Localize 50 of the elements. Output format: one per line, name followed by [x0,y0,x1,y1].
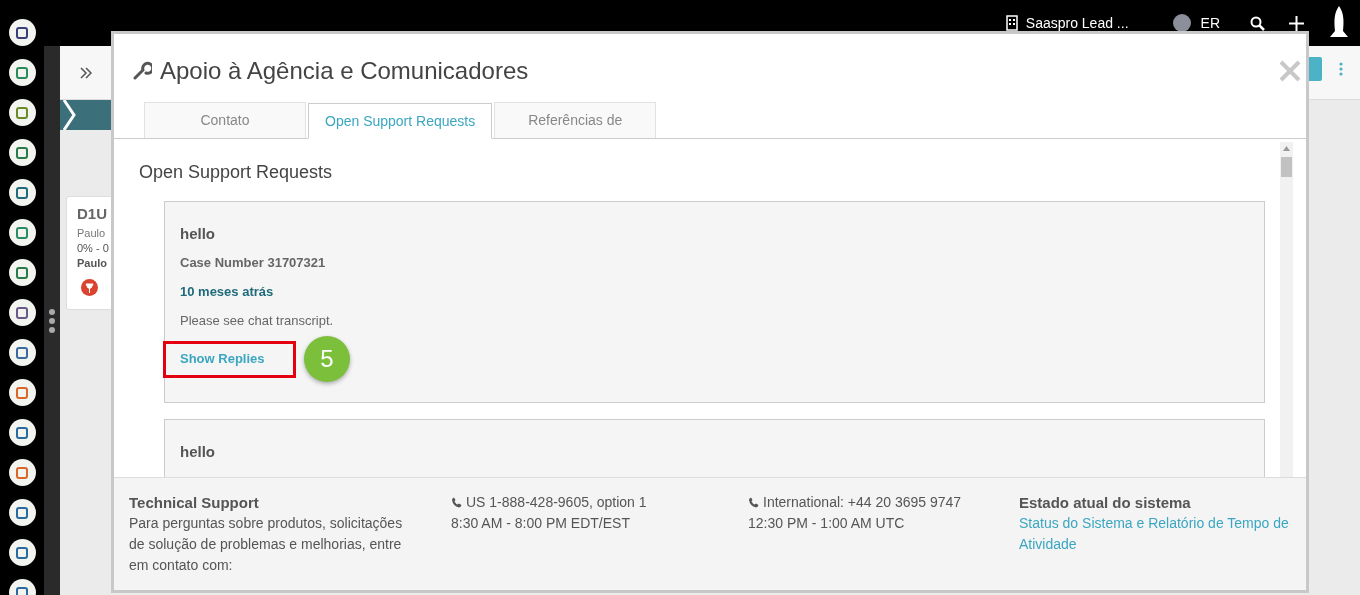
tab[interactable]: Contato [144,102,306,138]
request-subject: hello [180,444,216,460]
support-hours: 8:30 AM - 8:00 PM EDT/EST [451,514,631,533]
avatar-icon[interactable] [1172,14,1191,32]
app-icon[interactable] [8,139,36,166]
request-message: Please see chat transcript. [180,313,335,329]
phone-icon [451,497,462,508]
app-icon[interactable] [8,379,36,406]
user-initials[interactable]: ER [1200,12,1220,34]
search-icon[interactable] [1250,15,1265,31]
card-text: Paulo [77,255,108,271]
app-icon[interactable] [8,339,36,366]
card-text: Paulo [77,225,107,241]
app-icon[interactable] [8,59,36,86]
expand-icon[interactable] [80,66,92,79]
app-icon[interactable] [8,419,36,446]
status-title: Estado atual do sistema [1019,493,1192,513]
support-hours: 12:30 PM - 1:00 AM UTC [748,514,906,533]
wrench-icon [132,60,152,81]
app-icon[interactable] [8,179,36,206]
app-icon[interactable] [8,539,36,566]
show-replies-link[interactable]: Show Replies [163,340,296,378]
add-icon[interactable] [1289,15,1304,31]
app-icon[interactable] [8,259,36,286]
phone-icon [748,497,759,508]
phone-number: US 1-888-428-9605, option 1 [466,493,647,512]
status-link[interactable]: Status do Sistema e Relatório de Tempo de Atividade [1019,513,1289,555]
app-icon[interactable] [8,459,36,486]
dialog-title: Apoio à Agência e Comunicadores [160,55,529,86]
case-number: Case Number 31707321 [180,255,327,271]
support-title: Technical Support [129,493,260,513]
section-title: Open Support Requests [139,161,334,184]
scrollbar[interactable] [1280,142,1293,477]
request-subject: hello [180,226,216,242]
app-icon[interactable] [8,219,36,246]
resize-handle-icon[interactable] [49,308,55,333]
app-icon[interactable] [8,299,36,326]
card-text: 0% - 0 [77,240,110,256]
account-name[interactable]: Saaspro Lead ... [1025,12,1129,34]
step-badge: 5 [304,336,350,382]
app-icon[interactable] [8,499,36,526]
app-icon[interactable] [8,19,36,46]
tab[interactable]: Referências de [494,102,657,138]
support-text: Para perguntas sobre produtos, solicitações de solução de problemas e melhorias, entre em contato com: [129,514,404,575]
card-title: D1U [77,204,108,224]
request-age: 10 meses atrás [180,284,275,300]
scroll-thumb[interactable] [1281,157,1292,177]
app-icon[interactable] [8,99,36,126]
phone-number: International: +44 20 3695 9747 [763,493,962,512]
tab[interactable]: Open Support Requests [308,103,493,139]
